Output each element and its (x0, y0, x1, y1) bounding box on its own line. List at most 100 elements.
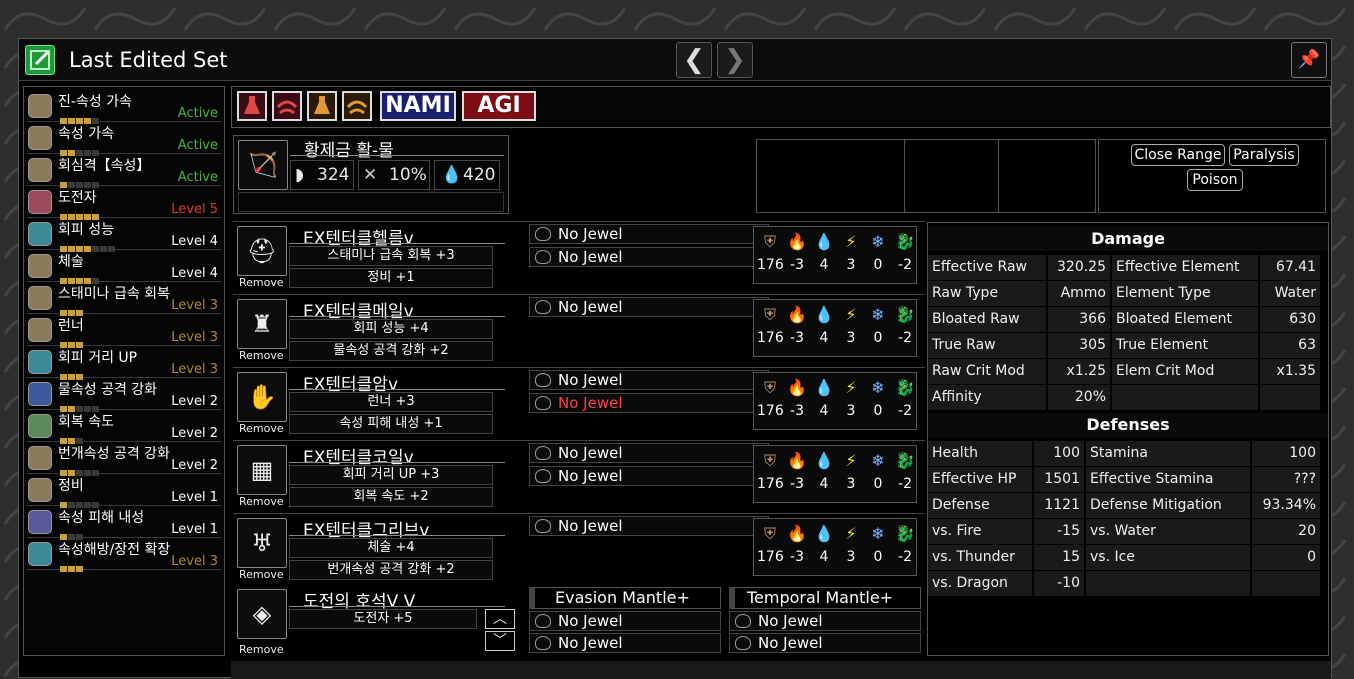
tag-close-range[interactable]: Close Range (1131, 144, 1225, 166)
pin-button[interactable]: 📌 (1291, 42, 1327, 78)
next-set-button[interactable]: ❯ (717, 42, 753, 78)
skill-row[interactable]: 물속성 공격 강화 Level 2 (26, 379, 222, 412)
arms-icon[interactable]: ✋ (237, 372, 287, 422)
resistance-value: 0 (873, 257, 883, 273)
jewel-slot[interactable]: No Jewel (529, 393, 769, 413)
skill-row[interactable]: 체술 Level 4 (26, 251, 222, 284)
jewel-slot[interactable]: No Jewel (529, 370, 769, 390)
resistance-value: 176 (757, 549, 784, 565)
flask-gold-icon[interactable] (307, 91, 337, 121)
bow-icon[interactable]: 🏹 (238, 140, 288, 190)
stat-row: Raw Crit Mod x1.25 Elem Crit Mod x1.35 (928, 359, 1328, 384)
jewel-icon (535, 396, 551, 410)
jewel-icon (535, 227, 551, 241)
fire-icon: 🔥 (787, 524, 807, 543)
tentacle-icon[interactable] (272, 91, 302, 121)
skill-level: Level 1 (171, 490, 218, 505)
skill-level: Active (177, 106, 218, 121)
skill-row[interactable]: 속성 가속 Active (26, 123, 222, 156)
tentacle-gold-icon[interactable] (342, 91, 372, 121)
jewel-slot[interactable]: No Jewel (529, 443, 769, 463)
stat-value: -10 (1034, 571, 1084, 596)
charm-icon[interactable]: ◈ (237, 589, 287, 639)
jewel-slot[interactable]: No Jewel (529, 224, 769, 244)
skill-row[interactable]: 스태미나 급속 회복 Level 3 (26, 283, 222, 316)
skill-row[interactable]: 회복 속도 Level 2 (26, 411, 222, 444)
skill-level: Level 3 (171, 298, 218, 313)
stat-value: x1.25 (1048, 359, 1110, 384)
skill-icon (28, 222, 52, 246)
jewel-slot[interactable]: No Jewel (529, 247, 769, 267)
water-icon: 💧 (814, 232, 834, 251)
skill-list: 진-속성 가속 Active 속성 가속 Active 회심격【속성】 Active 도전자… (23, 86, 225, 656)
weapon-slot-3[interactable] (999, 140, 1095, 212)
helm-icon[interactable]: ⛑ (237, 226, 287, 276)
stat-value: Water (1260, 281, 1320, 306)
level-down-button[interactable]: ﹀ (485, 631, 515, 651)
level-up-button[interactable]: ︿ (485, 609, 515, 629)
flask-icon[interactable] (237, 91, 267, 121)
mantle-2-name[interactable]: Temporal Mantle+ (729, 587, 921, 609)
remove-button[interactable]: Remove (239, 349, 284, 362)
skill-icon (28, 190, 52, 214)
defense-icon: ⛨ (763, 451, 776, 470)
skill-level: Level 2 (171, 458, 218, 473)
edit-icon[interactable] (25, 45, 55, 75)
jewel-slot[interactable]: No Jewel (529, 297, 769, 317)
skill-level-pips (60, 301, 150, 316)
tag-agi[interactable]: AGI (462, 91, 536, 121)
remove-button[interactable]: Remove (239, 495, 284, 508)
skill-row[interactable]: 회피 성능 Level 4 (26, 219, 222, 252)
waist-icon[interactable]: ▦ (237, 445, 287, 495)
weapon-slot-1[interactable] (757, 140, 905, 212)
resistance-box: ⛨ 176 🔥 -3 💧 4 ⚡ 3 ❄ 0 🐉 -2 (753, 299, 917, 357)
skill-row[interactable]: 속성 피해 내성 Level 1 (26, 507, 222, 540)
water-icon: 💧 (441, 165, 463, 185)
water-icon: 💧 (814, 524, 834, 543)
legs-icon[interactable]: ♅ (237, 518, 287, 568)
mantle-2-jewel-2[interactable]: No Jewel (729, 633, 921, 653)
resistance-value: 0 (873, 330, 883, 346)
fire-icon: 🔥 (787, 378, 807, 397)
stat-value: 67.41 (1260, 255, 1320, 280)
mantle-1-jewel-2[interactable]: No Jewel (529, 633, 721, 653)
skill-row[interactable]: 회피 거리 UP Level 3 (26, 347, 222, 380)
fire-icon: 🔥 (787, 232, 807, 251)
resistance-value: 3 (846, 476, 856, 492)
stat-value: 20 (1252, 519, 1320, 544)
tag-paralysis[interactable]: Paralysis (1229, 144, 1299, 166)
mantle-1-jewel-1[interactable]: No Jewel (529, 611, 721, 631)
skill-row[interactable]: 회심격【속성】 Active (26, 155, 222, 188)
chevron-left-icon: ❮ (683, 45, 705, 75)
skill-icon (28, 254, 52, 278)
skill-row[interactable]: 정비 Level 1 (26, 475, 222, 508)
remove-button[interactable]: Remove (239, 643, 284, 656)
ice-icon: ❄ (871, 305, 885, 324)
stat-value (1260, 385, 1320, 410)
tag-nami[interactable]: NAMI (380, 91, 456, 121)
jewel-slot[interactable]: No Jewel (529, 466, 769, 486)
remove-button[interactable]: Remove (239, 422, 284, 435)
remove-button[interactable]: Remove (239, 276, 284, 289)
tag-poison[interactable]: Poison (1187, 169, 1243, 191)
skill-row[interactable]: 진-속성 가속 Active (26, 91, 222, 124)
skill-level: Active (177, 170, 218, 185)
armor-skill: 번개속성 공격 강화 +2 (289, 560, 493, 580)
skill-row[interactable]: 런너 Level 3 (26, 315, 222, 348)
stat-row: True Raw 305 True Element 63 (928, 333, 1328, 358)
skill-row[interactable]: 속성해방/장전 확장 Level 3 (26, 539, 222, 572)
remove-button[interactable]: Remove (239, 568, 284, 581)
resistance-value: 0 (873, 476, 883, 492)
thunder-icon: ⚡ (845, 378, 857, 397)
jewel-slot[interactable]: No Jewel (529, 516, 769, 536)
mantle-1-name[interactable]: Evasion Mantle+ (529, 587, 721, 609)
element-stat: 💧 420 (434, 160, 500, 190)
weapon-slot-2[interactable] (905, 140, 999, 212)
charm-skill: 도전자 +5 (289, 609, 477, 629)
skill-name: 스태미나 급속 회복 (58, 286, 170, 302)
chest-icon[interactable]: ♜ (237, 299, 287, 349)
previous-set-button[interactable]: ❮ (676, 42, 712, 78)
mantle-2-jewel-1[interactable]: No Jewel (729, 611, 921, 631)
skill-row[interactable]: 도전자 Level 5 (26, 187, 222, 220)
skill-row[interactable]: 번개속성 공격 강화 Level 2 (26, 443, 222, 476)
